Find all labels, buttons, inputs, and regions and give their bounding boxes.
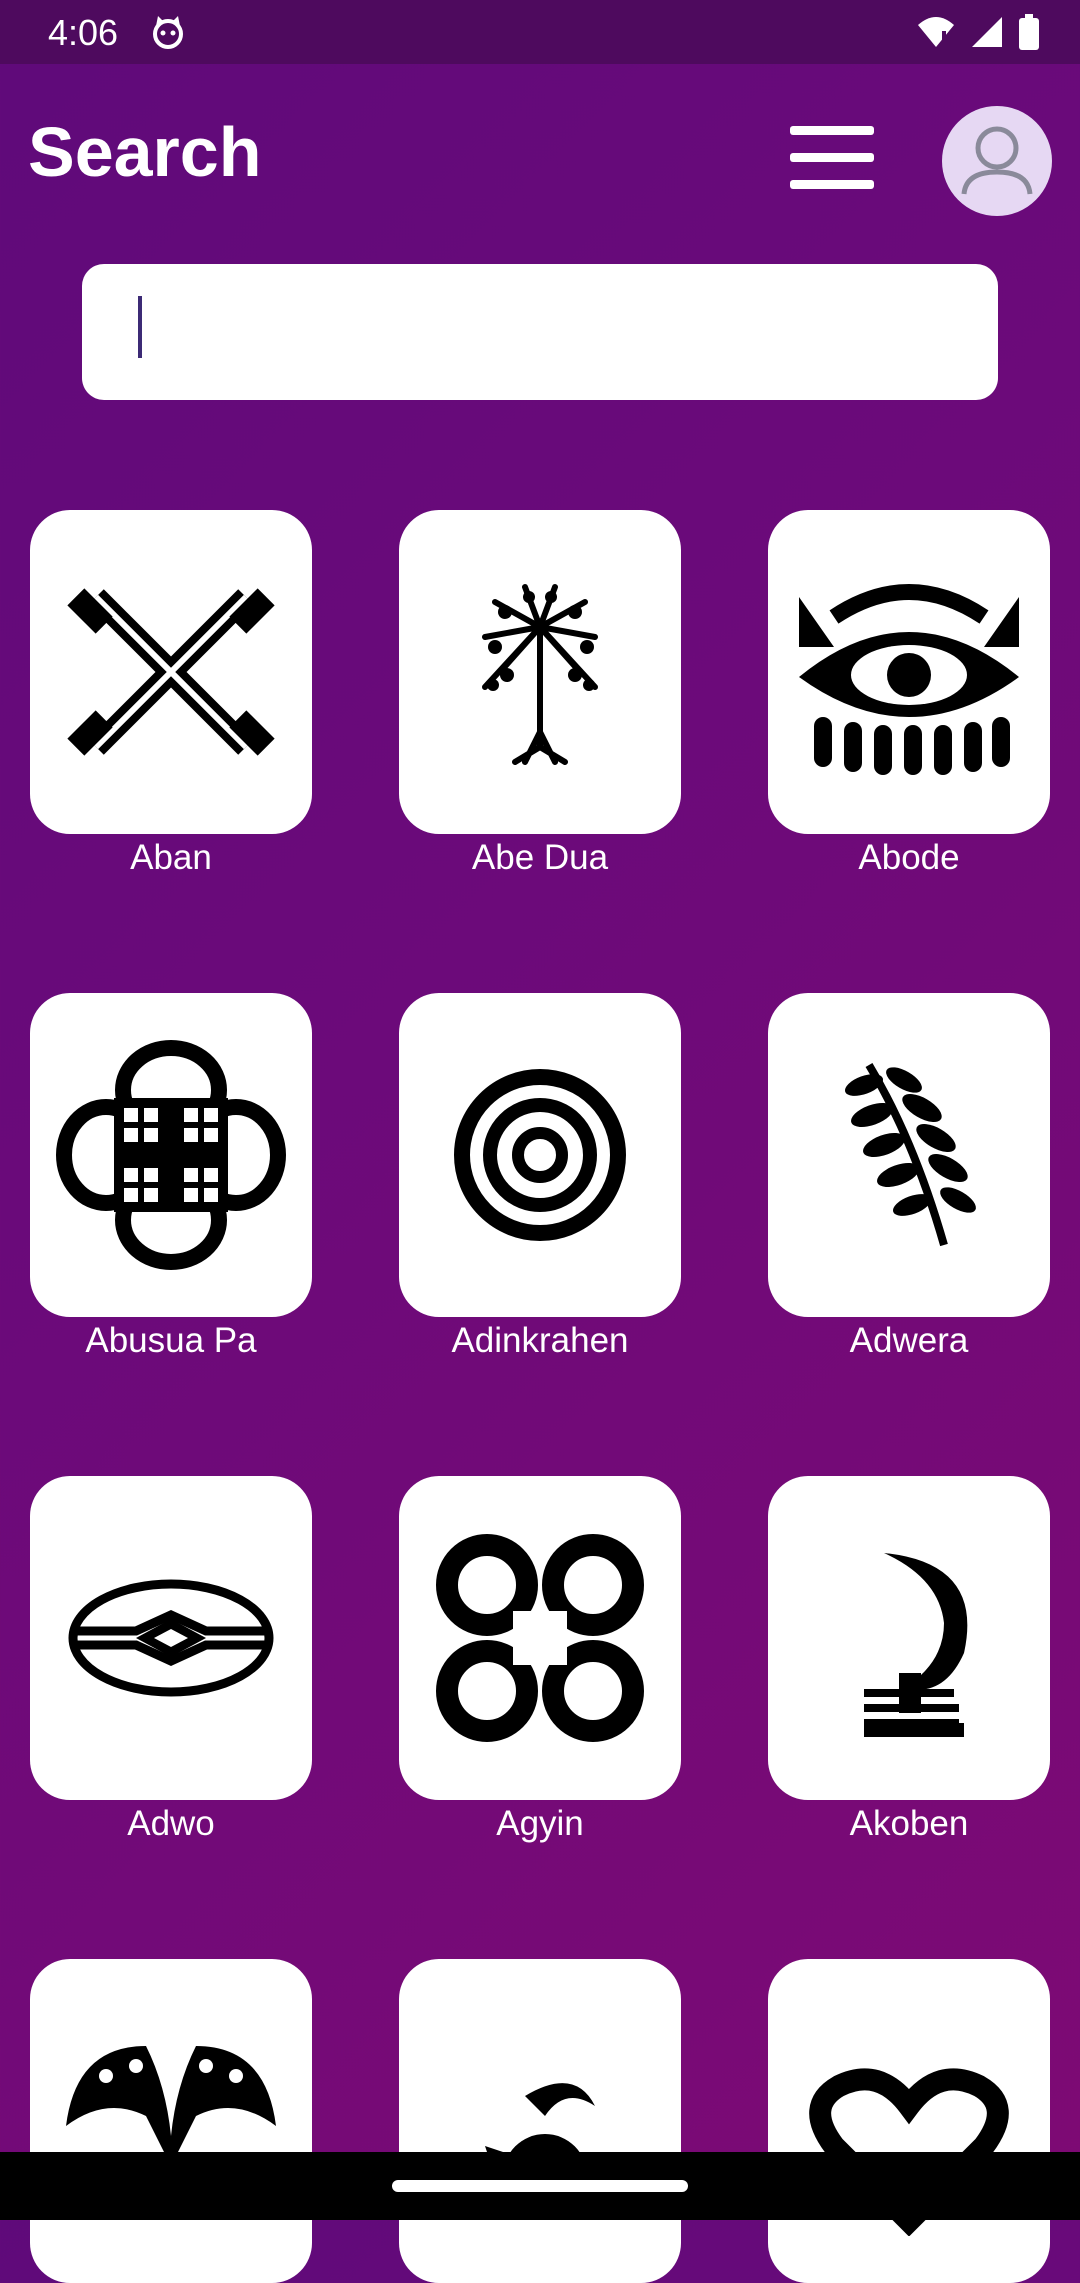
palm-tree-icon: [482, 584, 598, 765]
symbol-label: Abe Dua: [471, 838, 609, 877]
aban-cross-icon: [67, 588, 275, 756]
symbol-card-abode[interactable]: [768, 510, 1050, 834]
fern-leaf-icon: [844, 1062, 976, 1247]
symbol-label: Adinkrahen: [451, 1321, 629, 1360]
symbol-card-akoben[interactable]: [768, 1476, 1050, 1800]
symbol-label: Abusua Pa: [85, 1321, 257, 1360]
symbol-card-abusua-pa[interactable]: [30, 993, 312, 1317]
agyin-quatrefoil-icon: [436, 1534, 644, 1742]
adwo-ellipse-icon: [68, 1579, 274, 1697]
symbol-card-adwo[interactable]: [30, 1476, 312, 1800]
symbol-label: Agyin: [496, 1804, 584, 1843]
eye-icon: [799, 584, 1019, 775]
symbol-label: Aban: [130, 838, 212, 877]
symbol-card-abe-dua[interactable]: [399, 510, 681, 834]
symbol-card[interactable]: [30, 1959, 312, 2283]
abusua-pa-icon: [56, 1040, 286, 1270]
concentric-circles-icon: [454, 1069, 626, 1241]
symbol-label: Adwo: [127, 1804, 215, 1843]
symbol-card[interactable]: [768, 1959, 1050, 2283]
symbol-label: Abode: [858, 838, 960, 877]
symbol-card-agyin[interactable]: [399, 1476, 681, 1800]
symbol-card-aban[interactable]: [30, 510, 312, 834]
symbol-card-adinkrahen[interactable]: [399, 993, 681, 1317]
symbol-card[interactable]: [399, 1959, 681, 2283]
symbol-label: Akoben: [849, 1804, 969, 1843]
symbol-label: Adwera: [849, 1321, 969, 1360]
symbol-grid: Aban Abe Dua Abode Abusua Pa Adinkrahen …: [0, 0, 1080, 2283]
home-gesture-handle[interactable]: [392, 2180, 688, 2192]
symbol-card-adwera[interactable]: [768, 993, 1050, 1317]
horn-icon: [864, 1553, 968, 1737]
